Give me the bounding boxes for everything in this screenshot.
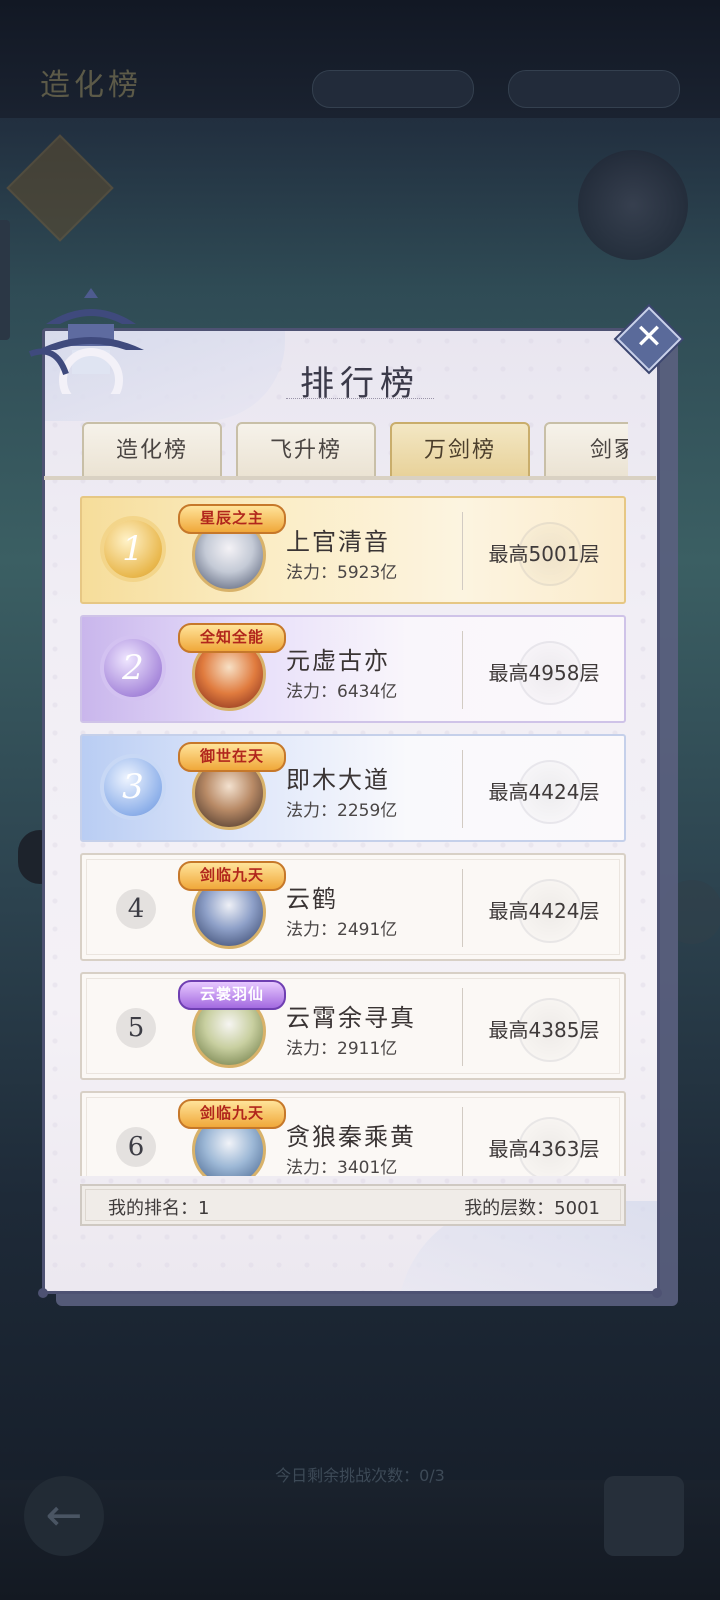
power-value: 3401亿 [337,1158,398,1176]
player-name: 云霄余寻真 [286,1004,416,1032]
player-name: 贪狼秦乘黄 [286,1123,416,1151]
back-arrow-icon: ← [24,1476,104,1556]
corner-rivet [38,1288,48,1298]
rank-number: 6 [116,1127,156,1167]
title-badge: 御世在天 [178,742,286,772]
close-button[interactable]: ✕ [626,314,672,360]
power-label: 法力： [286,1158,337,1176]
portal-icon [578,150,688,260]
power-label: 法力： [286,563,337,583]
tab-bar: 造化榜 飞升榜 万剑榜 剑冢 [80,420,628,480]
title-badge: 星辰之主 [178,504,286,534]
my-floor: 我的层数：5001 [464,1198,600,1219]
player-power: 法力：2491亿 [286,915,397,940]
player-power: 法力：2259亿 [286,796,397,821]
max-floor: 最高4424层 [488,780,600,804]
ranking-row-2[interactable]: 2 全知全能 元虚古亦 法力：6434亿 最高4958层 [80,615,626,723]
tab-ascension[interactable]: 飞升榜 [236,422,376,478]
title-divider [286,398,434,407]
title-badge: 剑临九天 [178,861,286,891]
max-floor: 最高4958层 [488,661,600,685]
player-power: 法力：5923亿 [286,558,397,583]
tab-underline [44,476,656,480]
ranking-row-1[interactable]: 1 星辰之主 上官清音 法力：5923亿 最高5001层 [80,496,626,604]
ranking-row-3[interactable]: 3 御世在天 即木大道 法力：2259亿 最高4424层 [80,734,626,842]
power-label: 法力： [286,801,337,821]
player-name: 上官清音 [286,528,390,556]
blue-medal-icon: 3 [104,758,162,816]
title-badge: 全知全能 [178,623,286,653]
player-power: 法力：3401亿 [286,1153,397,1176]
ranking-row-4[interactable]: 4 剑临九天 云鹤 法力：2491亿 最高4424层 [80,853,626,961]
player-power: 法力：6434亿 [286,677,397,702]
max-floor: 最高4424层 [488,899,600,923]
max-floor: 最高4363层 [488,1137,600,1161]
rank-number: 4 [116,889,156,929]
resource-bar-energy [508,70,680,108]
max-floor: 最高4385层 [488,1018,600,1042]
title-badge: 剑临九天 [178,1099,286,1129]
max-floor: 最高5001层 [488,542,600,566]
player-name: 即木大道 [286,766,390,794]
power-value: 2911亿 [337,1039,398,1059]
my-rank: 我的排名：1 [108,1198,210,1219]
tab-sword-tomb[interactable]: 剑冢 [544,422,628,478]
ranking-list[interactable]: 1 星辰之主 上官清音 法力：5923亿 最高5001层 2 全知全能 元虚古亦… [80,496,628,1176]
rank-number: 5 [116,1008,156,1048]
power-label: 法力： [286,682,337,702]
ranking-row-6[interactable]: 6 剑临九天 贪狼秦乘黄 法力：3401亿 最高4363层 [80,1091,626,1176]
power-value: 6434亿 [337,682,398,702]
power-label: 法力： [286,920,337,940]
corner-rivet [652,1288,662,1298]
tab-myriad-swords[interactable]: 万剑榜 [390,422,530,478]
title-badge: 云裳羽仙 [178,980,286,1010]
side-drawer-handle [0,220,10,340]
background-title: 造化榜 [40,68,142,103]
power-value: 5923亿 [337,563,398,583]
player-name: 云鹤 [286,885,338,913]
gold-medal-icon: 1 [104,520,162,578]
ranking-row-5[interactable]: 5 云裳羽仙 云霄余寻真 法力：2911亿 最高4385层 [80,972,626,1080]
power-label: 法力： [286,1039,337,1059]
my-ranking-bar: 我的排名：1 我的层数：5001 [80,1184,626,1226]
tab-creation[interactable]: 造化榜 [82,422,222,478]
treasure-button [604,1476,684,1556]
purple-medal-icon: 2 [104,639,162,697]
resource-bar-spirit [312,70,474,108]
player-power: 法力：2911亿 [286,1034,397,1059]
player-name: 元虚古亦 [286,647,390,675]
power-value: 2491亿 [337,920,398,940]
diamond-badge-icon [6,134,114,242]
power-value: 2259亿 [337,801,398,821]
